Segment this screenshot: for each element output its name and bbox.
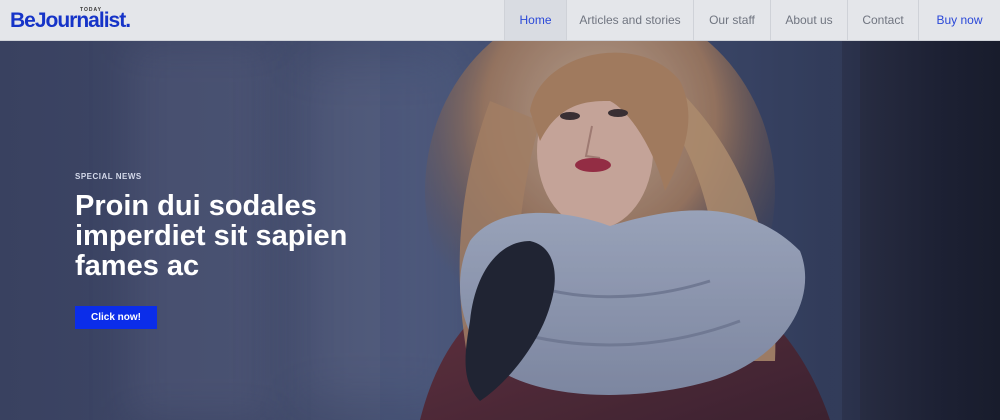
nav-item-buy-now[interactable]: Buy now: [918, 0, 1000, 40]
hero-section: SPECIAL NEWS Proin dui sodales imperdiet…: [0, 41, 1000, 420]
nav-item-articles[interactable]: Articles and stories: [566, 0, 693, 40]
site-header: TODAY BeJournalist. Home Articles and st…: [0, 0, 1000, 41]
hero-headline: Proin dui sodales imperdiet sit sapien f…: [75, 190, 348, 282]
hero-eyebrow: SPECIAL NEWS: [75, 172, 142, 181]
tree-trunk: [842, 41, 1000, 420]
click-now-button[interactable]: Click now!: [75, 306, 157, 329]
nav-item-staff[interactable]: Our staff: [693, 0, 770, 40]
nav-item-home[interactable]: Home: [504, 0, 566, 40]
page: TODAY BeJournalist. Home Articles and st…: [0, 0, 1000, 420]
site-logo[interactable]: TODAY BeJournalist.: [10, 7, 150, 35]
hero-photo: [380, 41, 860, 420]
logo-dot: .: [125, 9, 131, 32]
nav-item-contact[interactable]: Contact: [847, 0, 918, 40]
main-nav: Home Articles and stories Our staff Abou…: [504, 0, 1000, 40]
logo-name: BeJournalist: [10, 9, 126, 32]
woman-in-scarf-illustration: [380, 41, 860, 420]
nav-item-about[interactable]: About us: [770, 0, 847, 40]
logo-wordmark: BeJournalist.: [10, 9, 131, 33]
